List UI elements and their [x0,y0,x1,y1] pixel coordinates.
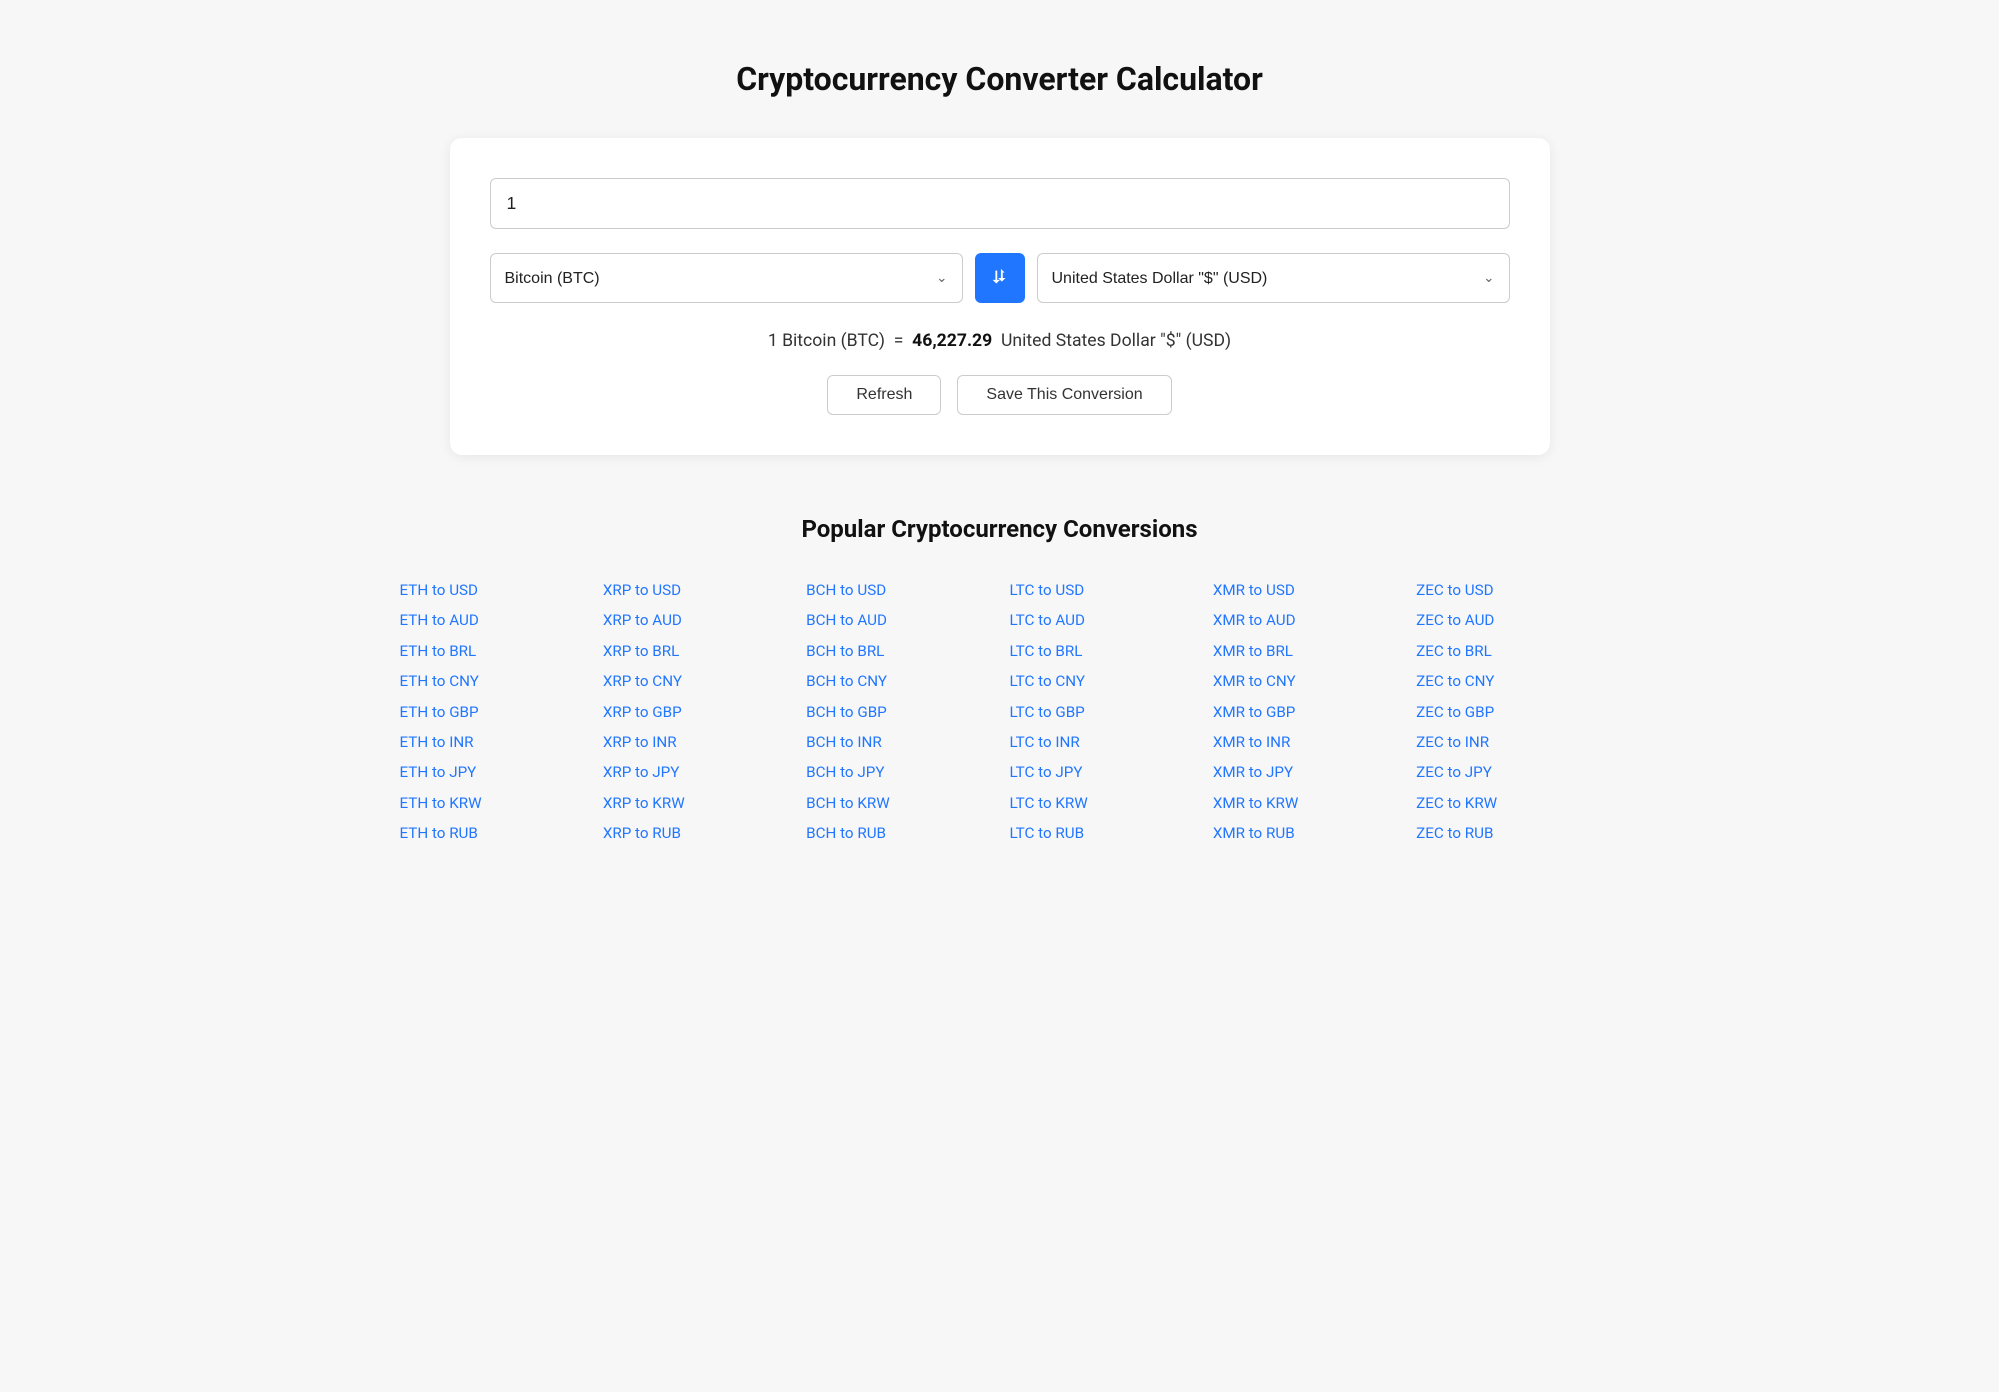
refresh-button[interactable]: Refresh [827,375,941,415]
list-item[interactable]: XMR to GBP [1213,697,1396,727]
list-item[interactable]: XMR to CNY [1213,666,1396,696]
conversions-grid: ETH to USDETH to AUDETH to BRLETH to CNY… [400,575,1600,849]
list-item[interactable]: BCH to INR [806,727,989,757]
list-item[interactable]: BCH to KRW [806,788,989,818]
list-item[interactable]: XMR to RUB [1213,818,1396,848]
list-item[interactable]: BCH to CNY [806,666,989,696]
result-equals: = [894,331,904,351]
list-item[interactable]: BCH to BRL [806,636,989,666]
list-item[interactable]: ETH to AUD [400,605,583,635]
page-title: Cryptocurrency Converter Calculator [80,60,1919,98]
list-item[interactable]: XRP to BRL [603,636,786,666]
list-item[interactable]: ETH to RUB [400,818,583,848]
list-item[interactable]: BCH to JPY [806,757,989,787]
list-item[interactable]: XRP to CNY [603,666,786,696]
action-buttons: Refresh Save This Conversion [490,375,1510,415]
result-from-text: 1 Bitcoin (BTC) [768,331,885,351]
currency-row: Bitcoin (BTC) ⌄ United States Dollar "$"… [490,253,1510,303]
list-item[interactable]: XRP to GBP [603,697,786,727]
to-chevron-icon: ⌄ [1483,270,1494,286]
popular-title: Popular Cryptocurrency Conversions [400,515,1600,543]
list-item[interactable]: ZEC to USD [1416,575,1599,605]
list-item[interactable]: ZEC to BRL [1416,636,1599,666]
list-item[interactable]: ETH to BRL [400,636,583,666]
from-currency-wrapper: Bitcoin (BTC) ⌄ [490,253,963,303]
list-item[interactable]: LTC to KRW [1009,788,1192,818]
list-item[interactable]: ZEC to CNY [1416,666,1599,696]
conversion-column-5: ZEC to USDZEC to AUDZEC to BRLZEC to CNY… [1416,575,1599,849]
list-item[interactable]: ETH to USD [400,575,583,605]
list-item[interactable]: BCH to USD [806,575,989,605]
list-item[interactable]: BCH to AUD [806,605,989,635]
list-item[interactable]: ZEC to JPY [1416,757,1599,787]
conversion-column-3: LTC to USDLTC to AUDLTC to BRLLTC to CNY… [1009,575,1192,849]
list-item[interactable]: LTC to USD [1009,575,1192,605]
list-item[interactable]: LTC to AUD [1009,605,1192,635]
converter-card: Bitcoin (BTC) ⌄ United States Dollar "$"… [450,138,1550,455]
list-item[interactable]: BCH to GBP [806,697,989,727]
list-item[interactable]: LTC to GBP [1009,697,1192,727]
list-item[interactable]: XRP to INR [603,727,786,757]
list-item[interactable]: XRP to AUD [603,605,786,635]
list-item[interactable]: LTC to RUB [1009,818,1192,848]
list-item[interactable]: XMR to USD [1213,575,1396,605]
list-item[interactable]: XRP to USD [603,575,786,605]
list-item[interactable]: ETH to CNY [400,666,583,696]
save-conversion-button[interactable]: Save This Conversion [957,375,1171,415]
swap-icon [989,267,1011,289]
list-item[interactable]: LTC to CNY [1009,666,1192,696]
from-currency-select[interactable]: Bitcoin (BTC) [505,270,937,287]
list-item[interactable]: ETH to GBP [400,697,583,727]
list-item[interactable]: ETH to JPY [400,757,583,787]
result-row: 1 Bitcoin (BTC) = 46,227.29 United State… [490,331,1510,351]
result-value: 46,227.29 [912,331,992,351]
list-item[interactable]: XRP to KRW [603,788,786,818]
list-item[interactable]: XMR to JPY [1213,757,1396,787]
conversion-column-1: XRP to USDXRP to AUDXRP to BRLXRP to CNY… [603,575,786,849]
list-item[interactable]: XMR to INR [1213,727,1396,757]
amount-input[interactable] [490,178,1510,229]
conversion-column-2: BCH to USDBCH to AUDBCH to BRLBCH to CNY… [806,575,989,849]
swap-button[interactable] [975,253,1025,303]
list-item[interactable]: LTC to BRL [1009,636,1192,666]
list-item[interactable]: XMR to KRW [1213,788,1396,818]
popular-section: Popular Cryptocurrency Conversions ETH t… [400,515,1600,849]
list-item[interactable]: ETH to KRW [400,788,583,818]
list-item[interactable]: XRP to JPY [603,757,786,787]
list-item[interactable]: ETH to INR [400,727,583,757]
conversion-column-0: ETH to USDETH to AUDETH to BRLETH to CNY… [400,575,583,849]
list-item[interactable]: ZEC to INR [1416,727,1599,757]
list-item[interactable]: ZEC to AUD [1416,605,1599,635]
result-to-currency: United States Dollar "$" (USD) [1001,331,1231,351]
list-item[interactable]: XRP to RUB [603,818,786,848]
list-item[interactable]: LTC to JPY [1009,757,1192,787]
list-item[interactable]: BCH to RUB [806,818,989,848]
list-item[interactable]: XMR to BRL [1213,636,1396,666]
list-item[interactable]: LTC to INR [1009,727,1192,757]
to-currency-select[interactable]: United States Dollar "$" (USD) [1052,270,1484,287]
to-currency-wrapper: United States Dollar "$" (USD) ⌄ [1037,253,1510,303]
from-chevron-icon: ⌄ [936,270,947,286]
list-item[interactable]: ZEC to KRW [1416,788,1599,818]
conversion-column-4: XMR to USDXMR to AUDXMR to BRLXMR to CNY… [1213,575,1396,849]
list-item[interactable]: ZEC to GBP [1416,697,1599,727]
list-item[interactable]: XMR to AUD [1213,605,1396,635]
list-item[interactable]: ZEC to RUB [1416,818,1599,848]
